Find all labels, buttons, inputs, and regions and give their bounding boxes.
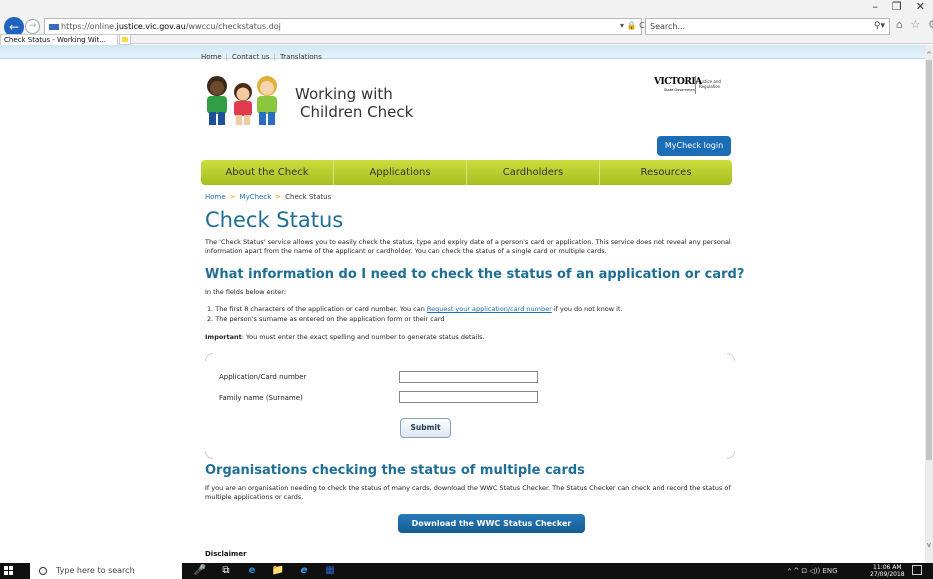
organisations-text: If you are an organisation needing to ch… [205,484,731,501]
request-number-link[interactable]: Request your application/card number [427,305,552,313]
scroll-up-icon[interactable]: ^ [925,51,933,59]
nav-applications[interactable]: Applications [334,160,467,185]
site-logo-text[interactable]: Working with Children Check [295,85,413,121]
windows-taskbar: Type here to search 🎤 ⧉ e 📁 e ▦ ᴬ ^ ⊡ ◁)… [0,563,933,579]
search-icon[interactable]: ⚲▾ [874,19,885,34]
utility-nav: Home | Contact us | Translations [201,53,322,61]
application-number-input[interactable] [399,371,538,383]
disclaimer-heading: Disclaimer [205,550,247,558]
breadcrumb-home[interactable]: Home [205,193,226,201]
url-path: /wwccu/checkstatus.doj [185,22,281,31]
breadcrumb: Home > MyCheck > Check Status [205,193,331,201]
nav-cardholders[interactable]: Cardholders [467,160,600,185]
close-button[interactable]: ✕ [916,0,925,16]
utility-link-home[interactable]: Home [201,53,222,61]
new-tab-button[interactable] [119,34,131,45]
window-controls: – ❐ ✕ [872,0,925,16]
form-corner [727,353,735,361]
download-status-checker-button[interactable]: Download the WWC Status Checker [398,514,585,533]
breadcrumb-mycheck[interactable]: MyCheck [240,193,272,201]
mycheck-login-button[interactable]: MyCheck login [657,136,731,156]
browser-search-input[interactable]: Search... ⚲▾ [645,18,890,35]
taskbar-apps: 🎤 ⧉ e 📁 e ▦ [192,563,338,579]
organisations-heading: Organisations checking the status of mul… [205,463,585,478]
state-government-text: State Government [664,88,697,92]
steps-list: 1. The first 8 characters of the applica… [207,304,623,324]
form-corner [205,353,213,361]
url-domain: justice.vic.gov.au [116,22,186,31]
page-title: Check Status [205,208,344,232]
intro-text: The 'Check Status' service allows you to… [205,238,731,255]
site-identity-icon [49,23,59,30]
step-1-post: if you do not know it. [551,305,623,313]
info-heading: What information do I need to check the … [205,267,745,282]
nav-about-the-check[interactable]: About the Check [201,160,334,185]
clock-date: 27/09/2018 [870,571,905,578]
utility-link-contact[interactable]: Contact us [232,53,270,61]
address-tools[interactable]: ▾ 🔒 C [620,18,645,33]
word-icon[interactable]: ▦ [322,563,338,579]
system-tray[interactable]: ᴬ ^ ⊡ ◁)) ENG [788,563,838,579]
minimize-button[interactable]: – [872,0,878,16]
toolbar-icons[interactable]: ⌂ ☆ ⚙ ☺ [896,18,933,31]
tab-title: Check Status - Working Wit... [4,36,106,44]
department-text: Justice and Regulation [699,79,721,89]
windows-start-icon[interactable] [4,566,14,576]
fields-intro-text: In the fields below enter: [205,288,287,296]
family-name-input[interactable] [399,391,538,403]
status-form-box [205,353,735,459]
submit-button[interactable]: Submit [400,418,451,438]
page-viewport: Home | Contact us | Translations Working wit… [0,45,925,563]
logo-divider [695,76,696,94]
important-text: : You must enter the exact spelling and … [241,333,485,341]
scrollbar-thumb[interactable] [926,60,932,460]
edge-icon[interactable]: e [244,563,260,579]
step-2: 2. The person's surname as entered on th… [207,315,445,323]
logo-line-2: Children Check [300,103,414,121]
important-label: Important [205,333,242,341]
logo-line-1: Working with [295,85,393,103]
forward-arrow-icon[interactable]: → [25,19,40,34]
utility-separator: | [225,53,229,61]
notification-icon[interactable] [912,565,922,575]
internet-explorer-icon[interactable]: e [296,563,312,579]
browser-chrome: – ❐ ✕ ← → https://online.justice.vic.gov… [0,0,933,46]
taskbar-search-input[interactable]: Type here to search [30,563,182,579]
scroll-down-icon[interactable]: v [925,541,933,549]
breadcrumb-separator: > [275,193,282,201]
family-name-label: Family name (Surname) [219,394,303,402]
breadcrumb-separator: > [229,193,236,201]
clock[interactable]: 11:06 AM 27/09/2018 [870,564,905,578]
microphone-icon[interactable]: 🎤 [192,563,208,579]
cortana-icon[interactable] [39,567,47,575]
main-nav: About the Check Applications Cardholders… [201,160,732,185]
children-logo-icon[interactable] [200,72,286,127]
important-note: Important: You must enter the exact spel… [205,333,485,341]
utility-separator: | [273,53,276,61]
step-1-pre: 1. The first 8 characters of the applica… [207,305,427,313]
clock-time: 11:06 AM [873,564,902,571]
nav-resources[interactable]: Resources [600,160,732,185]
breadcrumb-current: Check Status [285,193,332,201]
header-band [0,45,925,59]
address-bar[interactable]: https://online.justice.vic.gov.au/wwccu/… [44,18,642,35]
maximize-button[interactable]: ❐ [892,0,902,16]
application-number-label: Application/Card number [219,373,307,381]
form-corner [727,451,735,459]
utility-link-translations[interactable]: Translations [280,53,322,61]
task-view-icon[interactable]: ⧉ [218,563,234,579]
browser-search-placeholder: Search... [650,22,686,31]
step-1: 1. The first 8 characters of the applica… [207,304,623,314]
victoria-government-logo[interactable]: VICTORIA State Government Justice and Re… [654,73,734,99]
form-corner [205,451,213,459]
file-explorer-icon[interactable]: 📁 [270,563,286,579]
url-prefix: https://online. [61,22,117,31]
screen: – ❐ ✕ ← → https://online.justice.vic.gov… [0,0,933,579]
